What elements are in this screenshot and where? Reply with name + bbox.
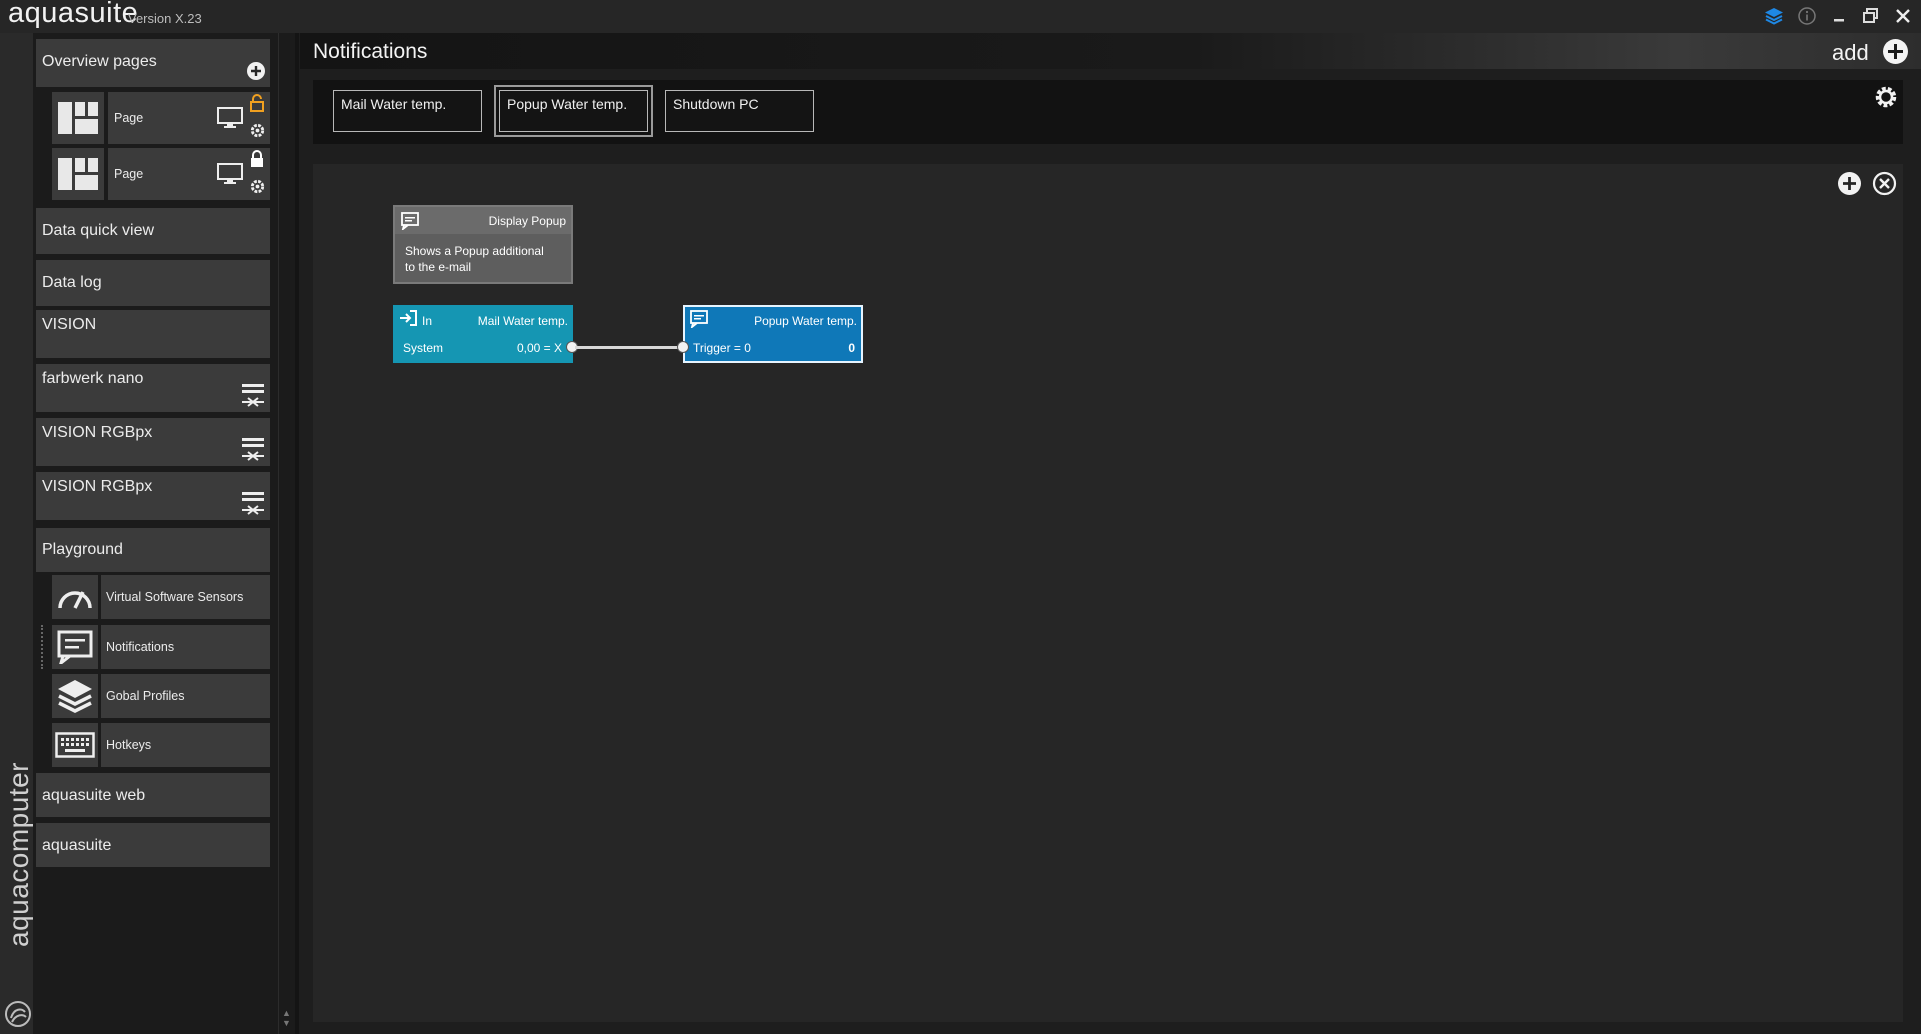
page-layout-icon[interactable] [52, 148, 104, 200]
sidebar-item-overview-pages[interactable]: Overview pages [36, 39, 270, 87]
device-disconnected-icon [242, 492, 264, 521]
node-trigger: Trigger = 0 [693, 341, 751, 355]
node-description: Shows a Popup additional [405, 244, 544, 258]
node-title: Popup Water temp. [754, 314, 857, 328]
restore-icon[interactable] [1859, 5, 1883, 27]
node-value: 0,00 = X [516, 341, 562, 355]
brand-wordmark: aquacomputer [3, 761, 34, 947]
node-value: 0 [848, 341, 855, 355]
sidebar-item-farbwerk-nano[interactable]: farbwerk nano [36, 364, 270, 412]
gear-icon[interactable] [248, 121, 267, 143]
active-indicator [41, 625, 49, 669]
sidebar-item-label: VISION RGBpx [42, 478, 153, 495]
connection-wire [575, 346, 685, 349]
sidebar-item-label: Hotkeys [106, 738, 152, 752]
tab-popup-water-temp[interactable]: Popup Water temp. [494, 85, 653, 137]
input-arrow-icon [399, 310, 417, 329]
flow-canvas[interactable] [313, 164, 1903, 1022]
sidebar-item-label: Data quick view [42, 222, 155, 239]
node-display-popup[interactable]: Display Popup Shows a Popup additional t… [393, 205, 573, 284]
sidebar-scrollbar[interactable]: ▲ ▼ [278, 33, 296, 1034]
add-node-button[interactable] [1837, 171, 1862, 201]
sidebar-item-notifications[interactable]: Notifications [101, 625, 270, 669]
node-mail-water-temp[interactable]: In Mail Water temp. System 0,00 = X [393, 305, 578, 363]
delete-node-button[interactable] [1872, 171, 1897, 201]
device-disconnected-icon [242, 438, 264, 467]
page-label: Page [114, 167, 144, 181]
sidebar-item-virtual-software-sensors[interactable]: Virtual Software Sensors [101, 575, 270, 619]
node-title: Mail Water temp. [477, 314, 568, 328]
main-header [300, 33, 1921, 69]
app-title: aquasuite [8, 0, 139, 29]
page-label: Page [114, 111, 144, 125]
app-version: Version X.23 [128, 11, 202, 26]
sidebar-item-label: Notifications [106, 640, 175, 654]
layers-icon[interactable] [52, 674, 98, 718]
sidebar-item-label: Data log [42, 274, 102, 291]
gear-icon[interactable] [1873, 84, 1899, 115]
message-icon [401, 212, 419, 233]
page-title: Notifications [313, 40, 428, 63]
sidebar-item-label: VISION [42, 316, 97, 333]
tab-shutdown-pc[interactable]: Shutdown PC [665, 90, 814, 132]
gear-icon[interactable] [248, 177, 267, 199]
sidebar-item-label: Virtual Software Sensors [106, 590, 244, 604]
sidebar-item-vision[interactable]: VISION [36, 310, 270, 358]
info-icon[interactable] [1795, 5, 1819, 27]
node-popup-water-temp[interactable]: Popup Water temp. Trigger = 0 0 [677, 305, 863, 363]
close-icon[interactable] [1891, 5, 1915, 27]
sidebar-item-hotkeys[interactable]: Hotkeys [101, 723, 270, 767]
overview-page-2[interactable]: Page [108, 148, 270, 200]
sidebar-item-data-log[interactable]: Data log [36, 260, 270, 306]
sidebar-item-vision-rgbpx-2[interactable]: VISION RGBpx [36, 472, 270, 520]
sidebar-item-label: Overview pages [42, 53, 157, 70]
sidebar-item-data-quick-view[interactable]: Data quick view [36, 208, 270, 254]
sidebar-item-label: farbwerk nano [42, 370, 144, 387]
sidebar-item-label: Gobal Profiles [106, 689, 185, 703]
minimize-icon[interactable] [1827, 5, 1851, 27]
unlock-icon[interactable] [249, 94, 265, 115]
sidebar-item-playground[interactable]: Playground [36, 528, 270, 572]
sidebar-item-vision-rgbpx-1[interactable]: VISION RGBpx [36, 418, 270, 466]
add-page-icon[interactable] [246, 61, 266, 86]
sidebar-divider [295, 33, 299, 1034]
brand-logo-icon [4, 1000, 32, 1028]
monitor-icon[interactable] [217, 107, 243, 132]
sidebar-item-label: aquasuite [42, 837, 112, 854]
node-title: Display Popup [488, 214, 566, 228]
message-icon[interactable] [52, 625, 98, 669]
node-tag: In [422, 314, 433, 328]
lock-icon[interactable] [249, 150, 265, 171]
layers-icon[interactable] [1762, 5, 1786, 27]
add-label[interactable]: add [1832, 40, 1869, 66]
overview-page-1[interactable]: Page [108, 92, 270, 144]
node-source: System [403, 341, 444, 355]
input-port[interactable] [677, 341, 689, 353]
monitor-icon[interactable] [217, 163, 243, 188]
sidebar-item-aquasuite-web[interactable]: aquasuite web [36, 773, 270, 817]
sidebar-item-label: VISION RGBpx [42, 424, 153, 441]
message-icon [690, 310, 708, 331]
add-notification-button[interactable] [1882, 38, 1909, 70]
sidebar-item-label: aquasuite web [42, 787, 146, 804]
sidebar-item-gobal-profiles[interactable]: Gobal Profiles [101, 674, 270, 718]
device-disconnected-icon [242, 384, 264, 413]
node-description: to the e-mail [405, 260, 472, 274]
sidebar-item-label: Playground [42, 541, 123, 558]
gauge-icon[interactable] [52, 575, 98, 619]
title-bar [0, 0, 1921, 33]
page-layout-icon[interactable] [52, 92, 104, 144]
keyboard-icon[interactable] [52, 723, 98, 767]
tab-mail-water-temp[interactable]: Mail Water temp. [333, 90, 482, 132]
sidebar-item-aquasuite[interactable]: aquasuite [36, 823, 270, 867]
